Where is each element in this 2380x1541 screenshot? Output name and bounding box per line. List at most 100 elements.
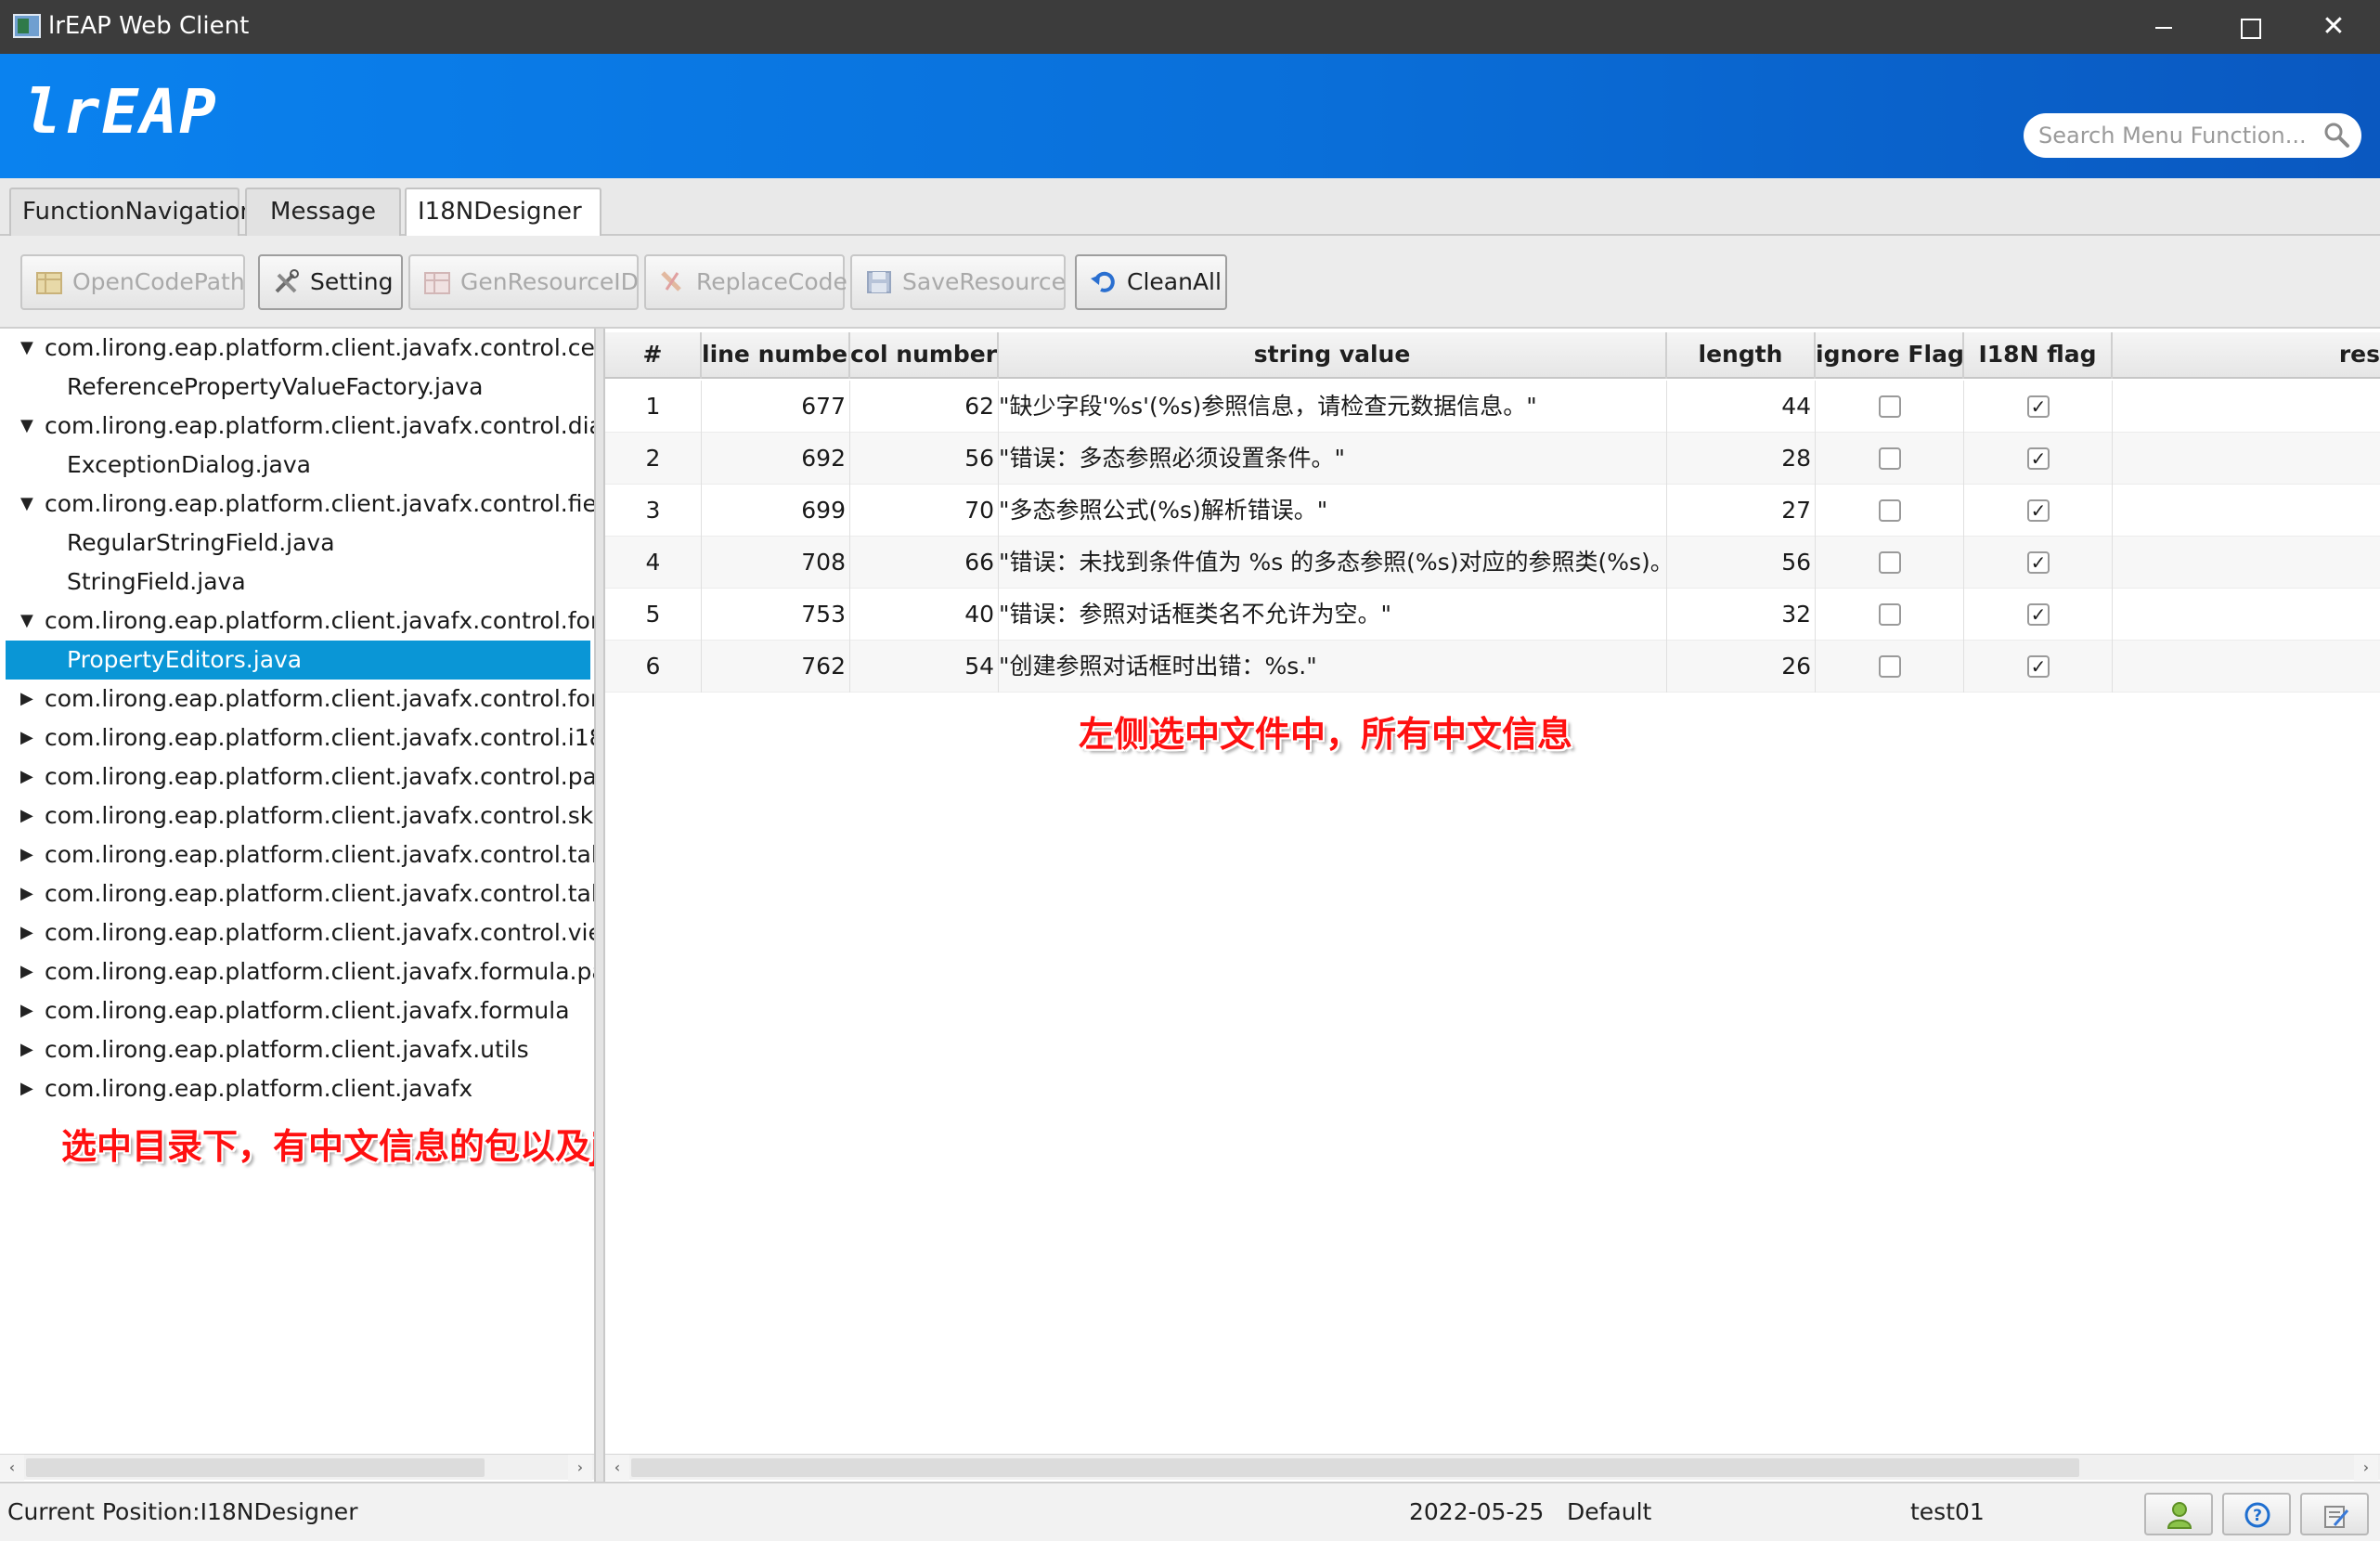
tab-function-navigation[interactable]: FunctionNavigation <box>9 188 255 236</box>
collapsed-arrow-icon[interactable]: ▶ <box>20 680 33 719</box>
tab-i18n-designer[interactable]: I18NDesigner✕ <box>405 188 601 271</box>
table-row[interactable]: 1 677 62 "缺少字段'%s'(%s)参照信息，请检查元数据信息。" 44 ✓ <box>605 381 2380 433</box>
i18n-flag-checkbox[interactable]: ✓ <box>2027 603 2050 626</box>
table-row[interactable]: 3 699 70 "多态参照公式(%s)解析错误。" 27 ✓ <box>605 485 2380 537</box>
table-row[interactable]: 4 708 66 "错误：未找到条件值为 %s 的多态参照(%s)对应的参照类(%s)… <box>605 537 2380 589</box>
column-header-ignore-flag[interactable]: ignore Flag <box>1816 332 1964 379</box>
tree-item-package[interactable]: ▶ com.lirong.eap.platform.client.javafx.c… <box>0 758 594 796</box>
tree-item-package[interactable]: ▶ com.lirong.eap.platform.client.javafx.c… <box>0 913 594 952</box>
tree-item-package[interactable]: ▶ com.lirong.eap.platform.client.javafx.c… <box>0 719 594 758</box>
button-label: CleanAll <box>1127 268 1222 295</box>
table-annotation: 左侧选中文件中，所有中文信息 <box>1079 714 1573 755</box>
ignore-flag-checkbox[interactable] <box>1879 447 1901 470</box>
maximize-button[interactable] <box>2205 0 2291 54</box>
table-horizontal-scrollbar[interactable]: ‹ › <box>605 1454 2380 1481</box>
i18n-flag-checkbox[interactable]: ✓ <box>2027 499 2050 522</box>
ignore-flag-checkbox[interactable] <box>1879 603 1901 626</box>
title-bar: lrEAP Web Client ✕ <box>0 0 2380 54</box>
i18n-flag-checkbox[interactable]: ✓ <box>2027 655 2050 678</box>
panel-splitter[interactable] <box>596 329 605 1482</box>
cell-res <box>2113 433 2380 485</box>
tree-item-package[interactable]: ▼ com.lirong.eap.platform.client.javafx.c… <box>0 407 594 446</box>
cell-col-number: 40 <box>850 589 999 641</box>
tree-item-package[interactable]: ▶ com.lirong.eap.platform.client.javafx.u… <box>0 1030 594 1069</box>
ignore-flag-checkbox[interactable] <box>1879 499 1901 522</box>
tree-item-package[interactable]: ▼ com.lirong.eap.platform.client.javafx.c… <box>0 485 594 524</box>
ignore-flag-checkbox[interactable] <box>1879 551 1901 574</box>
ignore-flag-checkbox[interactable] <box>1879 655 1901 678</box>
expanded-arrow-icon[interactable]: ▼ <box>20 407 33 446</box>
collapsed-arrow-icon[interactable]: ▶ <box>20 913 33 952</box>
tree-item-file[interactable]: ExceptionDialog.java <box>0 446 594 485</box>
collapsed-arrow-icon[interactable]: ▶ <box>20 719 33 758</box>
gen-resource-id-button[interactable]: GenResourceID <box>408 254 639 310</box>
replace-code-button[interactable]: ReplaceCode <box>644 254 847 310</box>
i18n-flag-checkbox[interactable]: ✓ <box>2027 551 2050 574</box>
tree-item-file[interactable]: StringField.java <box>0 563 594 602</box>
setting-button[interactable]: Setting <box>258 254 403 310</box>
collapsed-arrow-icon[interactable]: ▶ <box>20 991 33 1030</box>
expanded-arrow-icon[interactable]: ▼ <box>20 485 33 524</box>
user-button[interactable] <box>2144 1493 2213 1535</box>
column-header-index[interactable]: # <box>605 332 702 379</box>
cell-ignore-flag <box>1816 641 1964 693</box>
tree-item-package[interactable]: ▶ com.lirong.eap.platform.client.javafx.f… <box>0 952 594 991</box>
save-resource-button[interactable]: SaveResource <box>850 254 1066 310</box>
cell-index: 6 <box>605 641 702 693</box>
i18n-flag-checkbox[interactable]: ✓ <box>2027 447 2050 470</box>
tree-item-file[interactable]: RegularStringField.java <box>0 524 594 563</box>
expanded-arrow-icon[interactable]: ▼ <box>20 602 33 641</box>
column-header-col-number[interactable]: col number <box>850 332 999 379</box>
column-header-string-value[interactable]: string value <box>999 332 1667 379</box>
help-button[interactable]: ? <box>2222 1493 2291 1535</box>
scrollbar-thumb[interactable] <box>26 1458 485 1477</box>
scroll-left-arrow-icon[interactable]: ‹ <box>605 1455 629 1481</box>
close-window-button[interactable]: ✕ <box>2291 0 2376 54</box>
collapsed-arrow-icon[interactable]: ▶ <box>20 1030 33 1069</box>
column-header-res[interactable]: res <box>2113 332 2380 379</box>
tree-horizontal-scrollbar[interactable]: ‹ › <box>0 1454 594 1481</box>
column-header-line-number[interactable]: line number <box>702 332 850 379</box>
collapsed-arrow-icon[interactable]: ▶ <box>20 952 33 991</box>
help-icon: ? <box>2244 1502 2270 1528</box>
collapsed-arrow-icon[interactable]: ▶ <box>20 835 33 874</box>
tree-item-package[interactable]: ▼ com.lirong.eap.platform.client.javafx.c… <box>0 602 594 641</box>
cell-line-number: 699 <box>702 485 850 537</box>
i18n-flag-checkbox[interactable]: ✓ <box>2027 395 2050 418</box>
tree-item-package[interactable]: ▶ com.lirong.eap.platform.client.javafx.c… <box>0 835 594 874</box>
collapsed-arrow-icon[interactable]: ▶ <box>20 758 33 796</box>
table-row[interactable]: 5 753 40 "错误：参照对话框类名不允许为空。" 32 ✓ <box>605 589 2380 641</box>
ignore-flag-checkbox[interactable] <box>1879 395 1901 418</box>
collapsed-arrow-icon[interactable]: ▶ <box>20 1069 33 1108</box>
cell-res <box>2113 589 2380 641</box>
tree-item-package[interactable]: ▶ com.lirong.eap.platform.client.javafx.f… <box>0 991 594 1030</box>
minimize-button[interactable] <box>2120 0 2205 54</box>
notes-button[interactable] <box>2300 1493 2369 1535</box>
collapsed-arrow-icon[interactable]: ▶ <box>20 796 33 835</box>
cell-length: 56 <box>1667 537 1816 589</box>
tab-strip: FunctionNavigation Message I18NDesigner✕ <box>0 178 2380 271</box>
open-code-path-button[interactable]: OpenCodePath <box>20 254 245 310</box>
scrollbar-thumb[interactable] <box>631 1458 2079 1477</box>
tree-item-package[interactable]: ▼ com.lirong.eap.platform.client.javafx.c… <box>0 329 594 368</box>
column-header-i18n-flag[interactable]: I18N flag <box>1964 332 2113 379</box>
scroll-left-arrow-icon[interactable]: ‹ <box>0 1455 24 1481</box>
tree-item-package[interactable]: ▶ com.lirong.eap.platform.client.javafx.c… <box>0 796 594 835</box>
tree-item-package[interactable]: ▶ com.lirong.eap.platform.client.javafx.c… <box>0 680 594 719</box>
expanded-arrow-icon[interactable]: ▼ <box>20 329 33 368</box>
table-row[interactable]: 2 692 56 "错误：多态参照必须设置条件。" 28 ✓ <box>605 433 2380 485</box>
search-icon[interactable] <box>2322 121 2350 149</box>
tab-message[interactable]: Message <box>245 188 401 236</box>
scroll-right-arrow-icon[interactable]: › <box>2354 1455 2378 1481</box>
tree-item-package[interactable]: ▶ com.lirong.eap.platform.client.javafx <box>0 1069 594 1108</box>
scroll-right-arrow-icon[interactable]: › <box>568 1455 592 1481</box>
clean-all-button[interactable]: CleanAll <box>1075 254 1227 310</box>
button-label: SaveResource <box>902 268 1067 295</box>
tree-item-package[interactable]: ▶ com.lirong.eap.platform.client.javafx.c… <box>0 874 594 913</box>
tree-item-file[interactable]: ReferencePropertyValueFactory.java <box>0 368 594 407</box>
column-header-length[interactable]: length <box>1667 332 1816 379</box>
tree-item-file[interactable]: PropertyEditors.java <box>6 641 590 680</box>
collapsed-arrow-icon[interactable]: ▶ <box>20 874 33 913</box>
search-input[interactable] <box>2038 119 2317 152</box>
table-row[interactable]: 6 762 54 "创建参照对话框时出错：%s." 26 ✓ <box>605 641 2380 693</box>
